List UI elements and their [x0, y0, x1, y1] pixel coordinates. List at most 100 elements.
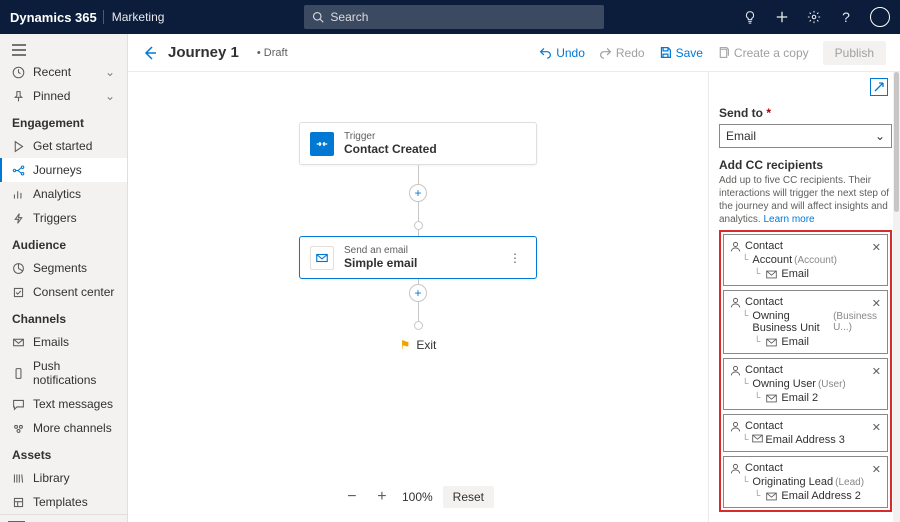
- section-assets: Assets: [0, 440, 127, 466]
- cc-relation: Account: [752, 254, 792, 266]
- sidebar-item-more-channels[interactable]: More channels: [0, 416, 127, 440]
- help-icon[interactable]: ?: [838, 9, 854, 25]
- area-switcher[interactable]: RM Real-time marketi...: [0, 514, 127, 522]
- zoom-value: 100%: [402, 490, 433, 504]
- analytics-icon: [12, 188, 25, 201]
- sidebar-item-analytics[interactable]: Analytics: [0, 182, 127, 206]
- command-bar: Journey 1 • Draft Undo Redo Save Create …: [128, 34, 900, 72]
- node-menu-button[interactable]: ⋮: [505, 251, 526, 265]
- remove-recipient-button[interactable]: ✕: [872, 365, 881, 378]
- sidebar-recent[interactable]: Recent ⌄: [0, 60, 127, 84]
- sidebar-item-label: Analytics: [33, 187, 81, 201]
- back-button[interactable]: [142, 45, 158, 61]
- plus-icon[interactable]: [774, 9, 790, 25]
- zoom-in-button[interactable]: +: [372, 487, 392, 507]
- cc-relation-type: (User): [818, 379, 846, 390]
- sendto-select[interactable]: Email ⌄: [719, 124, 892, 148]
- sidebar-pinned[interactable]: Pinned ⌄: [0, 84, 127, 108]
- zoom-out-button[interactable]: −: [342, 487, 362, 507]
- sidebar-item-label: Push notifications: [33, 359, 115, 387]
- undo-button[interactable]: Undo: [539, 46, 585, 60]
- sidebar-item-journeys[interactable]: Journeys: [0, 158, 127, 182]
- chevron-down-icon: ⌄: [105, 65, 115, 79]
- cc-help-text: Add up to five CC recipients. Their inte…: [719, 174, 892, 226]
- exit-label: Exit: [416, 338, 436, 352]
- sendto-label: Send to *: [719, 106, 892, 120]
- module-name: Marketing: [103, 10, 165, 24]
- sidebar-item-label: More channels: [33, 421, 112, 435]
- remove-recipient-button[interactable]: ✕: [872, 241, 881, 254]
- cc-recipient-card[interactable]: ✕Contact└Account (Account)└Email: [723, 234, 888, 286]
- remove-recipient-button[interactable]: ✕: [872, 421, 881, 434]
- chevron-down-icon: ⌄: [875, 129, 885, 143]
- redo-button: Redo: [599, 46, 645, 60]
- segments-icon: [12, 262, 25, 275]
- sidebar-item-emails[interactable]: Emails: [0, 330, 127, 354]
- add-step-button[interactable]: +: [409, 284, 427, 302]
- save-button[interactable]: Save: [659, 46, 703, 60]
- cc-recipients-box: ✕Contact└Account (Account)└Email✕Contact…: [719, 230, 892, 512]
- zoom-controls: − + 100% Reset: [342, 486, 494, 508]
- sidebar-item-library[interactable]: Library: [0, 466, 127, 490]
- learn-more-link[interactable]: Learn more: [763, 214, 814, 225]
- remove-recipient-button[interactable]: ✕: [872, 463, 881, 476]
- person-icon: [730, 297, 741, 308]
- lightbulb-icon[interactable]: [742, 9, 758, 25]
- mail-icon: [766, 492, 777, 501]
- sidebar-item-label: Get started: [33, 139, 92, 153]
- sidebar-item-label: Text messages: [33, 397, 113, 411]
- global-search[interactable]: [304, 5, 604, 29]
- cc-field: Email 2: [781, 392, 818, 404]
- node-label: Trigger: [344, 131, 437, 142]
- trigger-node[interactable]: TriggerContact Created: [299, 122, 537, 165]
- cc-title: Add CC recipients: [719, 158, 892, 172]
- sidebar-item-label: Emails: [33, 335, 69, 349]
- sidebar-item-label: Triggers: [33, 211, 77, 225]
- more-icon: [12, 422, 25, 435]
- node-value: Simple email: [344, 256, 417, 270]
- sidebar-item-get-started[interactable]: Get started: [0, 134, 127, 158]
- scrollbar[interactable]: [893, 72, 900, 522]
- sidebar-item-label: Journeys: [33, 163, 82, 177]
- cc-recipient-card[interactable]: ✕Contact└Owning Business Unit (Business …: [723, 290, 888, 354]
- hamburger-icon[interactable]: [0, 40, 127, 60]
- mail-icon: [766, 338, 777, 347]
- gear-icon[interactable]: [806, 9, 822, 25]
- sidebar-item-label: Segments: [33, 261, 87, 275]
- sidebar-item-templates[interactable]: Templates: [0, 490, 127, 514]
- library-icon: [12, 472, 25, 485]
- sidebar-item-sms[interactable]: Text messages: [0, 392, 127, 416]
- journey-icon: [12, 164, 25, 177]
- journey-canvas[interactable]: TriggerContact Created + Send an emailSi…: [128, 72, 708, 522]
- cc-relation: Owning User: [752, 378, 816, 390]
- avatar[interactable]: [870, 7, 890, 27]
- push-icon: [12, 367, 25, 380]
- sidebar-item-segments[interactable]: Segments: [0, 256, 127, 280]
- zoom-reset-button[interactable]: Reset: [443, 486, 494, 508]
- sidebar-item-label: Consent center: [33, 285, 114, 299]
- sidebar-item-label: Library: [33, 471, 70, 485]
- content: Journey 1 • Draft Undo Redo Save Create …: [128, 34, 900, 522]
- person-icon: [730, 365, 741, 376]
- sidebar-pinned-label: Pinned: [33, 89, 70, 103]
- cc-recipient-card[interactable]: ✕Contact└Owning User (User)└Email 2: [723, 358, 888, 410]
- cc-relation-type: (Business U...): [833, 311, 881, 333]
- sidebar-item-consent[interactable]: Consent center: [0, 280, 127, 304]
- cc-field: Email Address 3: [765, 434, 844, 446]
- properties-panel: Send to * Email ⌄ Add CC recipients Add …: [708, 72, 900, 522]
- sidebar-item-push[interactable]: Push notifications: [0, 354, 127, 392]
- sidebar-item-triggers[interactable]: Triggers: [0, 206, 127, 230]
- email-node[interactable]: Send an emailSimple email ⋮: [299, 236, 537, 279]
- expand-panel-button[interactable]: [870, 78, 888, 96]
- connector-dot: [414, 221, 423, 230]
- search-input[interactable]: [330, 10, 596, 24]
- person-icon: [730, 241, 741, 252]
- remove-recipient-button[interactable]: ✕: [872, 297, 881, 310]
- cc-entity: Contact: [745, 364, 783, 376]
- status-badge: • Draft: [257, 47, 288, 59]
- cc-recipient-card[interactable]: ✕Contact└Originating Lead (Lead)└Email A…: [723, 456, 888, 508]
- cc-recipient-card[interactable]: ✕Contact└Email Address 3: [723, 414, 888, 452]
- add-step-button[interactable]: +: [409, 184, 427, 202]
- cc-field: Email Address 2: [781, 490, 860, 502]
- sendto-value: Email: [726, 129, 756, 143]
